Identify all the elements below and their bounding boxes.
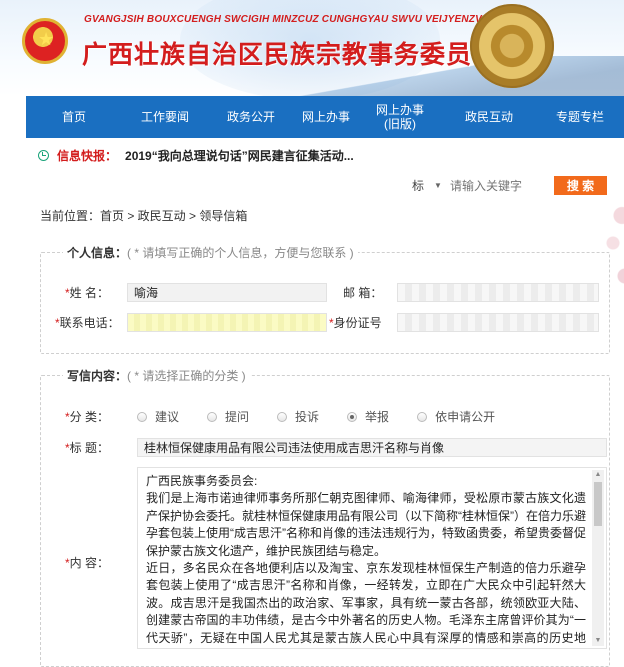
category-radio-report[interactable]: 举报 (347, 408, 389, 425)
content-textarea[interactable]: 广西民族事务委员会: 我们是上海市诺迪律师事务所那仁朝克图律师、喻海律师，受松原… (137, 467, 607, 649)
site-latin-title: GVANGJSIH BOUXCUENGH SWCIGIH MINZCUZ CUN… (84, 14, 492, 25)
radio-icon[interactable] (277, 411, 288, 422)
nav-item-online-services[interactable]: 网上办事 (294, 96, 358, 138)
category-radio-complaint[interactable]: 投诉 (277, 408, 319, 425)
breadcrumb: 当前位置：首页 > 政民互动 > 领导信箱 (40, 209, 248, 223)
header-banner: GVANGJSIH BOUXCUENGH SWCIGIH MINZCUZ CUN… (0, 0, 624, 96)
content-label: 内 容： (69, 556, 110, 570)
content-label-row: *内 容： (65, 556, 110, 570)
title-label: 标 题： (69, 441, 110, 455)
scroll-up-icon[interactable]: ▲ (594, 471, 602, 479)
search-bar: 标 ▼ 搜 索 (404, 175, 614, 196)
news-ticker: 信息快报： 2019“我向总理说句话”网民建言征集活动... (26, 143, 624, 167)
ticker-label: 信息快报： (57, 148, 118, 163)
id-number-field[interactable] (397, 313, 599, 332)
name-email-row: *姓 名： 喻海 邮 箱： (41, 283, 599, 302)
radio-icon[interactable] (417, 411, 428, 422)
clock-icon (38, 149, 49, 161)
content-scrollbar[interactable]: ▲ ▼ (592, 470, 604, 646)
letter-legend: 写信内容：( * 请选择正确的分类 ) (67, 369, 246, 383)
email-field[interactable] (397, 283, 599, 302)
nav-item-interaction[interactable]: 政民互动 (442, 96, 536, 138)
personal-info-legend: 个人信息：( * 请填写正确的个人信息，方便与您联系 ) (67, 246, 354, 260)
name-field[interactable]: 喻海 (127, 283, 327, 302)
search-scope-select[interactable]: 标 (404, 175, 434, 196)
nav-item-home[interactable]: 首页 (26, 96, 122, 138)
category-label: 分 类： (69, 410, 110, 424)
search-button[interactable]: 搜 索 (554, 176, 607, 195)
radio-selected-icon[interactable] (347, 411, 358, 422)
radio-icon[interactable] (207, 411, 218, 422)
nav-item-gov-affairs[interactable]: 政务公开 (208, 96, 294, 138)
content-paragraph: 近日，多名民众在各地便利店以及淘宝、京东发现桂林恒保生产制造的倍力乐避孕套包装上… (146, 561, 586, 645)
scrollbar-thumb[interactable] (594, 482, 602, 526)
category-radio-disclosure-request[interactable]: 依申请公开 (417, 408, 495, 425)
nav-item-work-news[interactable]: 工作要闻 (122, 96, 208, 138)
main-nav: 首页 工作要闻 政务公开 网上办事 网上办事(旧版) 政民互动 专题专栏 (26, 96, 624, 138)
category-row: *分 类： 建议 提问 投诉 举报 依申请公开 (65, 408, 496, 425)
id-number-label: 身份证号 (333, 316, 382, 330)
content-paragraph: 广西民族事务委员会: (146, 474, 258, 488)
category-radio-suggestion[interactable]: 建议 (137, 408, 179, 425)
site-title: 广西壮族自治区民族宗教事务委员会 (82, 41, 499, 69)
content-paragraph: 我们是上海市诺迪律师事务所那仁朝克图律师、喻海律师，受松原市蒙古族文化遗产保护协… (146, 491, 586, 558)
phone-field[interactable] (127, 313, 327, 332)
personal-info-section: 个人信息：( * 请填写正确的个人信息，方便与您联系 ) *姓 名： 喻海 邮 … (40, 244, 610, 354)
category-radio-question[interactable]: 提问 (207, 408, 249, 425)
phone-id-row: *联系电话： *身份证号 (41, 313, 599, 332)
scroll-down-icon[interactable]: ▼ (594, 637, 602, 645)
content-panel: 当前位置：首页 > 政民互动 > 领导信箱 个人信息：( * 请填写正确的个人信… (26, 199, 624, 667)
email-label: 邮 箱： (343, 286, 383, 300)
nav-item-special-topics[interactable]: 专题专栏 (536, 96, 624, 138)
search-input[interactable] (442, 175, 552, 196)
bronze-drum-icon (470, 4, 554, 88)
chevron-down-icon[interactable]: ▼ (434, 175, 442, 196)
radio-icon[interactable] (137, 411, 147, 422)
nav-item-online-services-old[interactable]: 网上办事(旧版) (358, 96, 442, 138)
ticker-headline-link[interactable]: 2019“我向总理说句话”网民建言征集活动... (125, 147, 354, 164)
letter-section: 写信内容：( * 请选择正确的分类 ) *分 类： 建议 提问 投诉 举报 依申… (40, 367, 610, 667)
title-row: *标 题： 桂林恒保健康用品有限公司违法使用成吉思汗名称与肖像 (41, 438, 607, 457)
phone-label: 联系电话： (59, 316, 120, 330)
national-emblem-icon (22, 18, 68, 64)
name-label: 姓 名： (69, 286, 110, 300)
title-field[interactable]: 桂林恒保健康用品有限公司违法使用成吉思汗名称与肖像 (137, 438, 607, 457)
